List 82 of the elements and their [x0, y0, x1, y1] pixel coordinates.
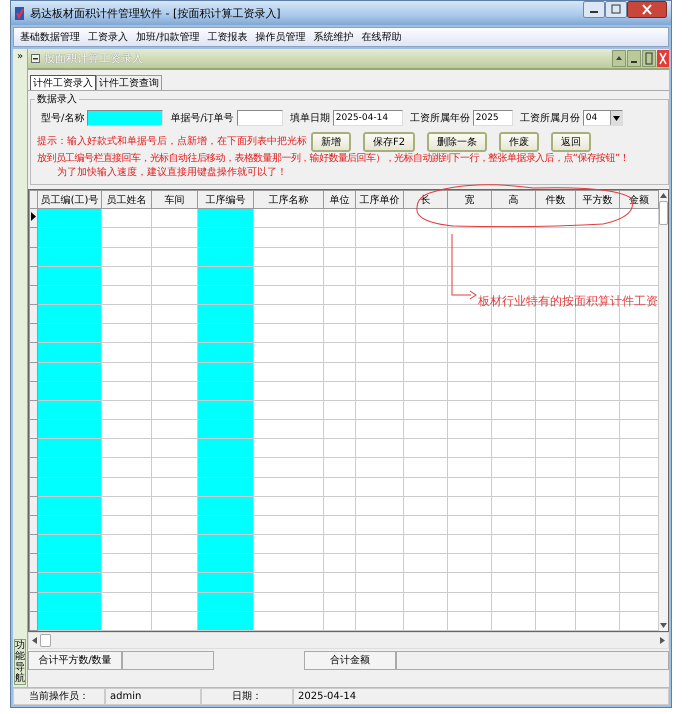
action-button[interactable]: 作废	[499, 132, 540, 152]
maximize-button[interactable]	[605, 1, 627, 18]
column-header[interactable]: 工序单价	[356, 190, 404, 209]
scrollbar-thumb[interactable]	[40, 634, 51, 647]
window-menu-icon[interactable]	[31, 54, 40, 63]
tab[interactable]: 计件工资录入	[30, 75, 96, 90]
column-header[interactable]: 高	[492, 190, 536, 209]
menu-item[interactable]: 在线帮助	[361, 30, 402, 44]
minimize-button[interactable]	[627, 50, 641, 67]
status-value: 2025-04-14	[293, 688, 669, 705]
field-label: 工资所属月份	[520, 112, 580, 125]
table-cell[interactable]	[324, 208, 356, 228]
column-header[interactable]: 员工姓名	[102, 190, 152, 209]
minimize-button[interactable]	[583, 1, 605, 18]
hint-text: 放到员工编号栏直接回车，光标自动往后移动，表格数量那一列，输好数量后回车），光标自动跳到下一行，整张单据录入后，点“保存按钮”！	[37, 152, 630, 166]
menu-item[interactable]: 基础数据管理	[20, 30, 80, 44]
collapse-button[interactable]	[612, 50, 626, 67]
menu-item[interactable]: 操作员管理	[255, 30, 306, 44]
column-header[interactable]: 工序名称	[254, 190, 324, 209]
action-button[interactable]: 删除一条	[427, 132, 488, 152]
column-header[interactable]: 宽	[448, 190, 492, 209]
scroll-left-icon[interactable]	[32, 637, 37, 644]
input-field[interactable]: 2025-04-14	[332, 110, 403, 126]
input-field[interactable]: 2025	[472, 110, 513, 126]
row-pointer-icon	[31, 212, 36, 222]
horizontal-scrollbar[interactable]	[28, 632, 669, 649]
table-cell[interactable]	[254, 208, 324, 228]
close-button[interactable]	[627, 1, 667, 18]
annotation-arrow	[451, 234, 477, 300]
menu-item[interactable]: 系统维护	[313, 30, 354, 44]
menu-item[interactable]: 工资录入	[88, 30, 128, 44]
group-title: 数据录入	[35, 92, 79, 106]
scroll-right-icon[interactable]	[660, 637, 665, 644]
app-icon[interactable]	[15, 6, 24, 20]
column-header[interactable]: 平方数	[576, 190, 620, 209]
expand-button[interactable]: »	[16, 51, 24, 62]
table-cell[interactable]	[404, 208, 448, 228]
column-header[interactable]: 车间	[152, 190, 198, 209]
scroll-down-icon[interactable]	[660, 623, 667, 628]
total-label: 合计平方数/数量	[28, 651, 122, 670]
field-label: 工资所属年份	[410, 112, 470, 125]
table-cell[interactable]	[536, 208, 576, 228]
menu-item[interactable]: 加班/扣款管理	[136, 30, 200, 44]
status-label: 日期：	[201, 688, 293, 705]
field-label: 型号/名称	[41, 112, 84, 125]
tab[interactable]: 计件工资查询	[96, 75, 162, 90]
column-header[interactable]: 工序编号	[198, 190, 254, 209]
action-button[interactable]: 新增	[311, 132, 351, 152]
status-value: admin	[105, 688, 201, 705]
hint-text: 提示：输入好款式和单据号后，点新增，在下面列表中把光标	[37, 135, 307, 149]
table-cell[interactable]	[448, 208, 492, 228]
scrollbar-thumb[interactable]	[659, 201, 668, 225]
status-label: 当前操作员：	[13, 688, 105, 705]
table-cell[interactable]	[356, 208, 404, 228]
table-cell[interactable]	[492, 208, 536, 228]
field-label: 填单日期	[290, 112, 330, 125]
field-label: 单据号/订单号	[170, 112, 234, 125]
total-label: 合计金额	[304, 651, 396, 670]
column-header[interactable]: 员工编(工)号	[38, 190, 102, 209]
column-header[interactable]: 单位	[324, 190, 356, 209]
column-header[interactable]: 长	[404, 190, 448, 209]
child-window-title: 按面积计算工资录入	[44, 51, 143, 66]
menu-item[interactable]: 工资报表	[207, 30, 248, 44]
table-cell[interactable]	[576, 208, 620, 228]
navigation-tab[interactable]: 功能导航	[14, 639, 26, 685]
annotation-text: 板材行业特有的按面积算计件工资	[478, 293, 658, 310]
window-title: 易达板材面积计件管理软件 - [按面积计算工资录入]	[30, 6, 281, 20]
hint-text: 为了加快输入速度，建议直接用键盘操作就可以了！	[56, 166, 288, 180]
maximize-button[interactable]	[642, 50, 656, 67]
column-header[interactable]: 件数	[536, 190, 576, 209]
table-cell[interactable]	[198, 208, 254, 228]
scroll-up-icon[interactable]	[660, 193, 667, 198]
row-header[interactable]	[30, 208, 38, 228]
input-field[interactable]	[236, 110, 283, 126]
close-button[interactable]	[657, 50, 669, 67]
vertical-scrollbar[interactable]	[659, 190, 668, 631]
action-button[interactable]: 返回	[551, 132, 592, 152]
action-button[interactable]: 保存F2	[363, 132, 416, 152]
month-dropdown[interactable]: 04	[582, 110, 623, 126]
input-field[interactable]	[87, 110, 164, 126]
table-cell[interactable]	[102, 208, 152, 228]
table-cell[interactable]	[38, 208, 102, 228]
